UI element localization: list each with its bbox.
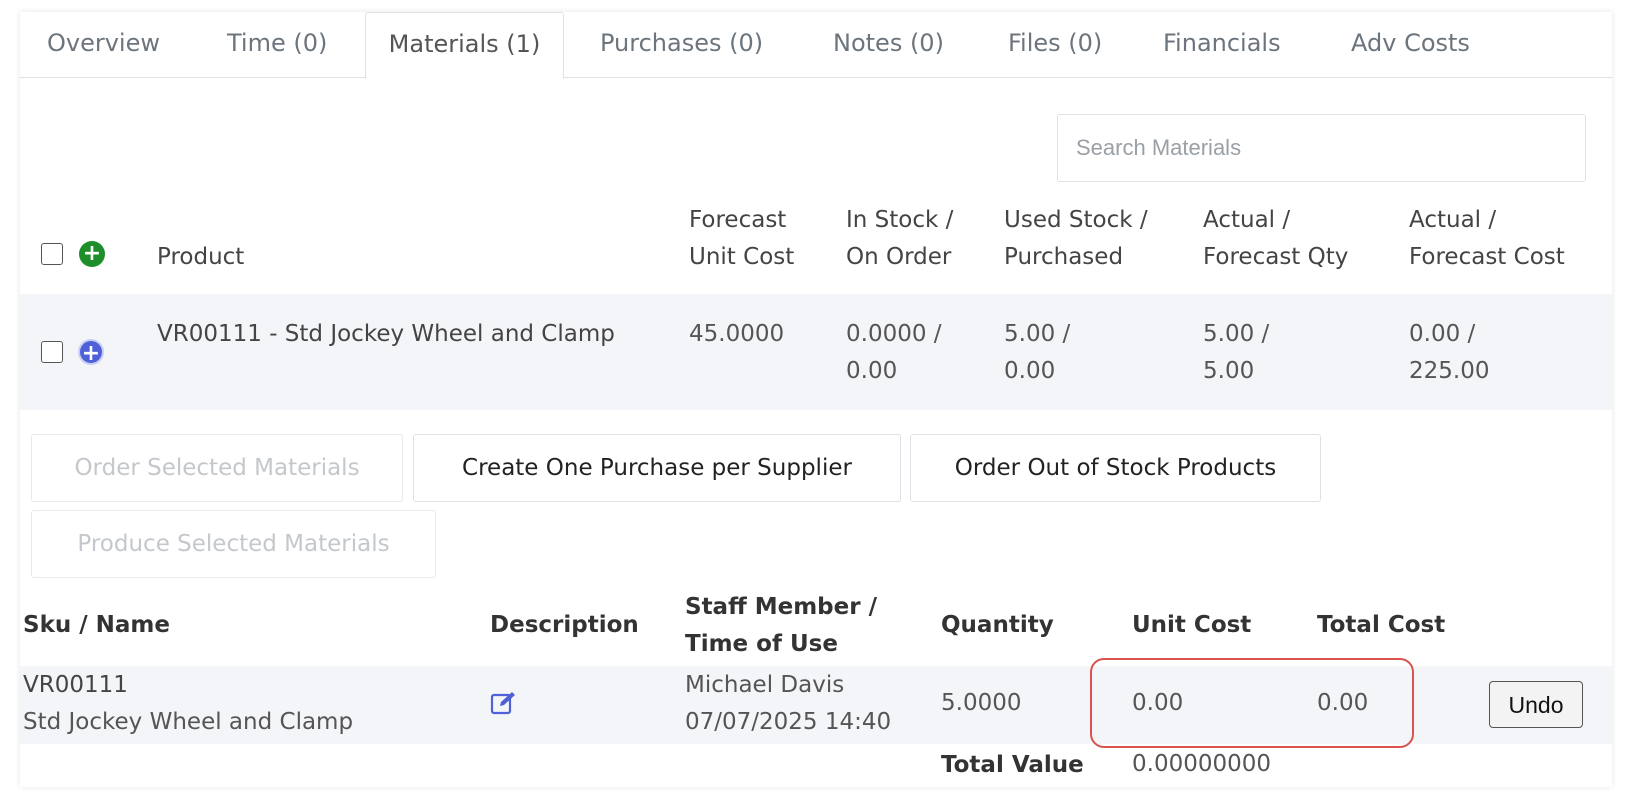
undo-button[interactable]: Undo bbox=[1489, 681, 1583, 728]
row-time-of-use: 07/07/2025 14:40 bbox=[685, 709, 892, 735]
header-quantity: Quantity bbox=[941, 612, 1054, 638]
tab-adv-costs[interactable]: Adv Costs bbox=[1351, 12, 1470, 78]
tab-notes[interactable]: Notes (0) bbox=[833, 12, 944, 78]
row-purchased: 0.00 bbox=[1004, 358, 1056, 384]
row-name: Std Jockey Wheel and Clamp bbox=[23, 709, 354, 735]
create-one-purchase-button[interactable]: Create One Purchase per Supplier bbox=[413, 434, 901, 502]
order-out-of-stock-button[interactable]: Order Out of Stock Products bbox=[910, 434, 1321, 502]
tab-financials[interactable]: Financials bbox=[1163, 12, 1281, 78]
search-materials-input[interactable] bbox=[1057, 114, 1586, 182]
row-forecast-cost: 225.00 bbox=[1409, 358, 1490, 384]
tab-bar: Overview Time (0) Materials (1) Purchase… bbox=[20, 12, 1612, 79]
row-forecast-unit-cost: 45.0000 bbox=[689, 321, 785, 347]
header-actual-cost: Actual / bbox=[1409, 207, 1497, 233]
header-forecast-qty: Forecast Qty bbox=[1203, 244, 1349, 270]
header-description: Description bbox=[490, 612, 639, 638]
edit-description-icon[interactable] bbox=[490, 690, 518, 716]
row-quantity: 5.0000 bbox=[941, 690, 1022, 716]
row-checkbox[interactable] bbox=[41, 341, 63, 363]
header-sku-name: Sku / Name bbox=[23, 612, 170, 638]
header-in-stock: In Stock / bbox=[846, 207, 954, 233]
row-actual-cost: 0.00 / bbox=[1409, 321, 1476, 347]
total-value-label: Total Value bbox=[941, 752, 1084, 778]
tab-materials[interactable]: Materials (1) bbox=[365, 12, 564, 79]
header-forecast-unit-cost-2: Unit Cost bbox=[689, 244, 795, 270]
row-staff-member: Michael Davis bbox=[685, 672, 845, 698]
tab-files[interactable]: Files (0) bbox=[1008, 12, 1102, 78]
cost-highlight-box bbox=[1090, 658, 1414, 748]
header-on-order: On Order bbox=[846, 244, 952, 270]
row-in-stock: 0.0000 / bbox=[846, 321, 942, 347]
header-staff-member: Staff Member / bbox=[685, 594, 877, 620]
row-actual-qty: 5.00 / bbox=[1203, 321, 1270, 347]
header-forecast-cost: Forecast Cost bbox=[1409, 244, 1565, 270]
order-selected-materials-button[interactable]: Order Selected Materials bbox=[31, 434, 403, 502]
expand-row-icon[interactable]: + bbox=[78, 339, 104, 366]
tab-overview[interactable]: Overview bbox=[47, 12, 160, 78]
add-material-icon[interactable]: + bbox=[79, 241, 105, 267]
header-actual-qty: Actual / bbox=[1203, 207, 1291, 233]
header-total-cost: Total Cost bbox=[1317, 612, 1446, 638]
produce-selected-materials-button[interactable]: Produce Selected Materials bbox=[31, 510, 436, 578]
header-used-stock: Used Stock / bbox=[1004, 207, 1148, 233]
header-time-of-use: Time of Use bbox=[685, 631, 838, 657]
row-on-order: 0.00 bbox=[846, 358, 898, 384]
tab-time[interactable]: Time (0) bbox=[227, 12, 327, 78]
header-product: Product bbox=[157, 244, 245, 270]
header-purchased: Purchased bbox=[1004, 244, 1124, 270]
tab-purchases[interactable]: Purchases (0) bbox=[600, 12, 763, 78]
header-forecast-unit-cost: Forecast bbox=[689, 207, 787, 233]
select-all-checkbox[interactable] bbox=[41, 243, 63, 265]
row-sku: VR00111 bbox=[23, 672, 128, 698]
header-unit-cost: Unit Cost bbox=[1132, 612, 1252, 638]
row-forecast-qty: 5.00 bbox=[1203, 358, 1255, 384]
row-product: VR00111 - Std Jockey Wheel and Clamp bbox=[157, 321, 615, 347]
row-used-stock: 5.00 / bbox=[1004, 321, 1071, 347]
total-value: 0.00000000 bbox=[1132, 751, 1272, 777]
